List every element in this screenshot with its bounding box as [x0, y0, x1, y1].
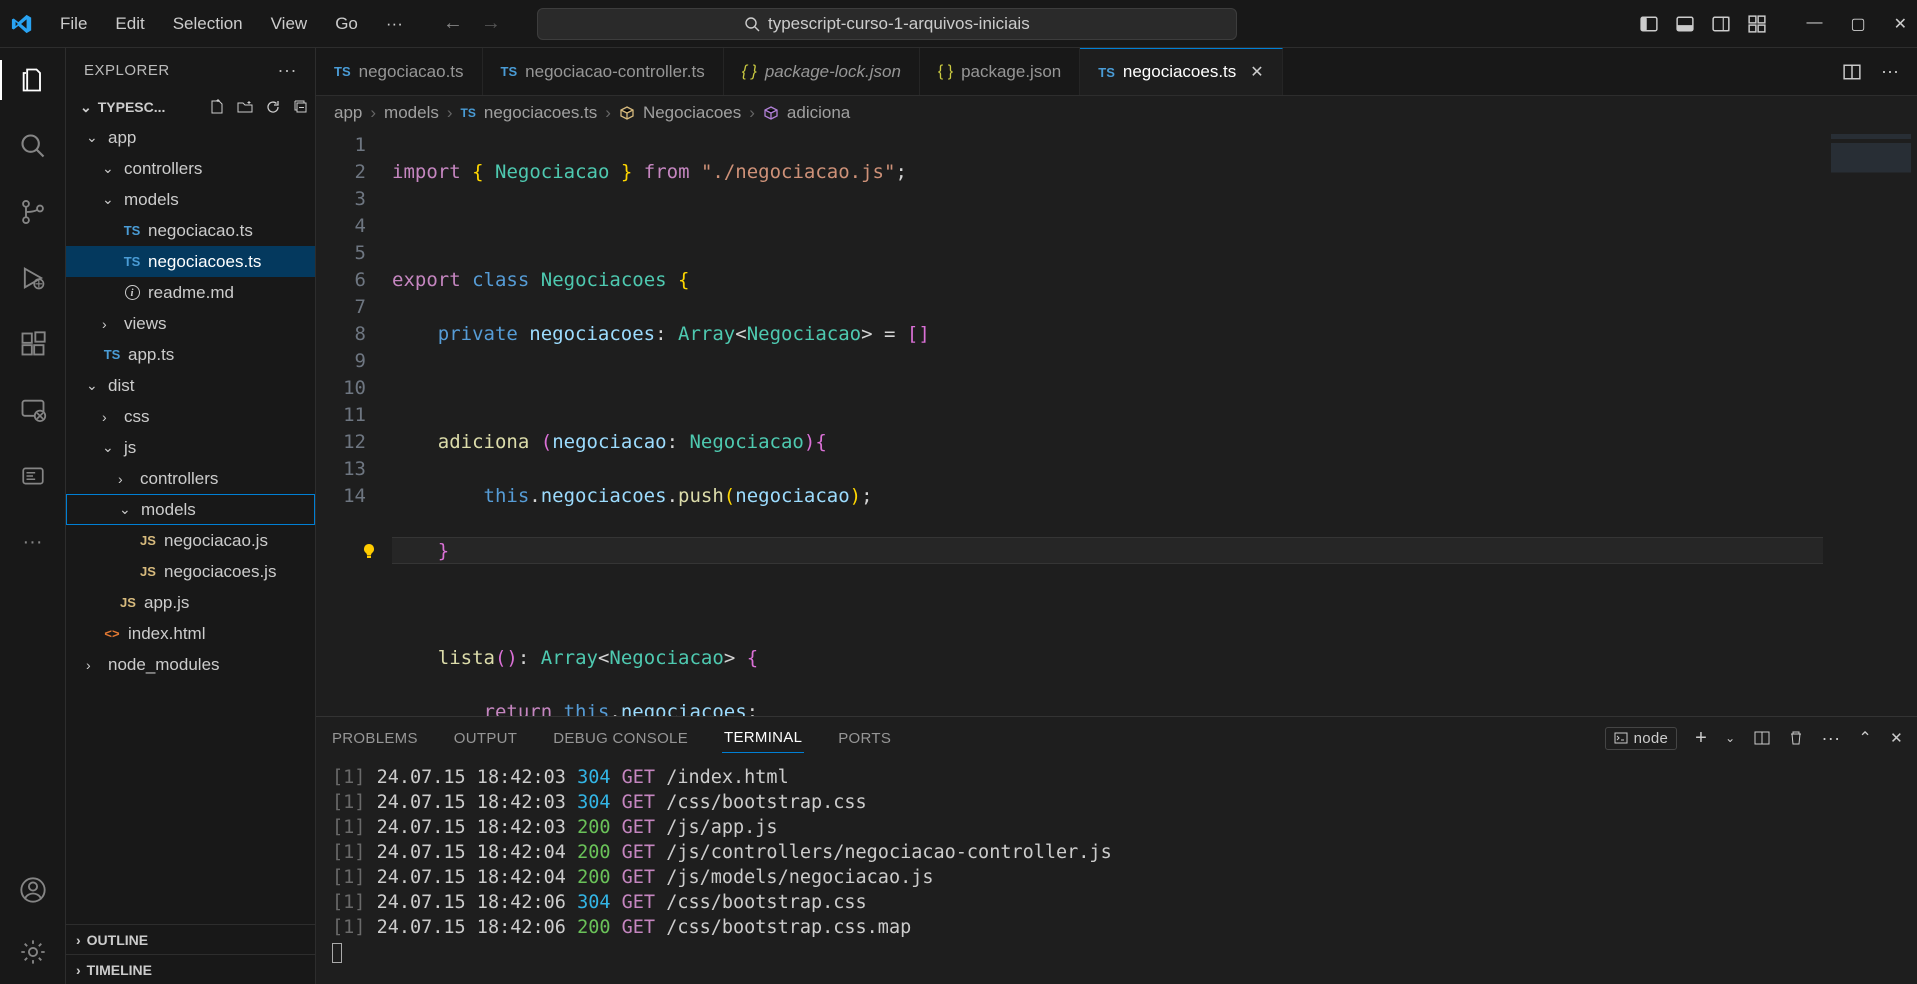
breadcrumb[interactable]: app› models› TSnegociacoes.ts› Negociaco… — [316, 96, 1917, 130]
new-folder-icon[interactable] — [237, 99, 253, 115]
code-content[interactable]: import { Negociacao } from "./negociacao… — [392, 130, 1823, 716]
line-numbers: 1234567891011121314 — [316, 130, 392, 716]
activity-explorer-icon[interactable] — [17, 64, 49, 96]
layout-bottom-icon[interactable] — [1676, 15, 1694, 33]
panel-tab-ports[interactable]: PORTS — [836, 724, 893, 753]
folder-models-dist[interactable]: ⌄models — [66, 494, 315, 525]
chevron-down-icon[interactable]: ⌄ — [80, 99, 92, 116]
activity-account-icon[interactable] — [17, 874, 49, 906]
split-editor-icon[interactable] — [1843, 63, 1861, 81]
tab-package-lock[interactable]: { }package-lock.json — [724, 48, 920, 95]
tab-close-icon[interactable]: ✕ — [1250, 62, 1263, 82]
new-terminal-icon[interactable]: + — [1695, 727, 1707, 750]
folder-dist[interactable]: ⌄dist — [66, 370, 315, 401]
explorer-more-icon[interactable]: ··· — [278, 60, 297, 81]
command-center-text: typescript-curso-1-arquivos-iniciais — [768, 14, 1030, 34]
folder-js[interactable]: ⌄js — [66, 432, 315, 463]
kill-terminal-icon[interactable] — [1788, 730, 1804, 746]
file-app-js[interactable]: JSapp.js — [66, 587, 315, 618]
terminal-output[interactable]: [1] 24.07.15 18:42:03 304 GET /index.htm… — [316, 759, 1917, 984]
split-terminal-icon[interactable] — [1754, 730, 1770, 746]
outline-section[interactable]: ›OUTLINE — [66, 924, 315, 954]
nav-forward-icon[interactable]: → — [481, 12, 501, 35]
panel-tab-debug-console[interactable]: DEBUG CONSOLE — [551, 724, 690, 753]
tab-package-json[interactable]: { }package.json — [920, 48, 1080, 95]
folder-controllers[interactable]: ⌄controllers — [66, 153, 315, 184]
tab-negociacao-controller[interactable]: TSnegociacao-controller.ts — [483, 48, 724, 95]
customize-layout-icon[interactable] — [1748, 15, 1766, 33]
folder-models[interactable]: ⌄models — [66, 184, 315, 215]
timeline-section[interactable]: ›TIMELINE — [66, 954, 315, 984]
panel-close-icon[interactable]: ✕ — [1890, 729, 1903, 747]
menu-view[interactable]: View — [259, 8, 320, 40]
panel-tab-output[interactable]: OUTPUT — [452, 724, 519, 753]
minimap[interactable] — [1823, 130, 1917, 716]
layout-left-icon[interactable] — [1640, 15, 1658, 33]
panel-tab-problems[interactable]: PROBLEMS — [330, 724, 420, 753]
file-index-html[interactable]: <>index.html — [66, 618, 315, 649]
activity-extensions-icon[interactable] — [17, 328, 49, 360]
activity-bar: ··· — [0, 48, 66, 984]
file-negociacoes-ts[interactable]: TSnegociacoes.ts — [66, 246, 315, 277]
command-center[interactable]: typescript-curso-1-arquivos-iniciais — [537, 8, 1237, 40]
lightbulb-icon[interactable] — [362, 543, 376, 557]
folder-views[interactable]: ›views — [66, 308, 315, 339]
file-app-ts[interactable]: TSapp.ts — [66, 339, 315, 370]
terminal-cursor — [332, 943, 342, 963]
menu-edit[interactable]: Edit — [103, 8, 156, 40]
editor-tabs: TSnegociacao.ts TSnegociacao-controller.… — [316, 48, 1917, 96]
window-close-icon[interactable]: ✕ — [1894, 14, 1907, 34]
nav-back-icon[interactable]: ← — [443, 12, 463, 35]
window-restore-icon[interactable]: ▢ — [1850, 14, 1865, 34]
activity-remote-icon[interactable] — [17, 394, 49, 426]
tab-more-icon[interactable]: ··· — [1881, 61, 1899, 82]
activity-more-icon[interactable]: ··· — [17, 526, 49, 558]
collapse-all-icon[interactable] — [293, 99, 309, 115]
panel-maximize-icon[interactable]: ⌃ — [1858, 728, 1872, 748]
menu-file[interactable]: File — [48, 8, 99, 40]
activity-settings-icon[interactable] — [17, 936, 49, 968]
file-negociacao-ts[interactable]: TSnegociacao.ts — [66, 215, 315, 246]
panel-more-icon[interactable]: ··· — [1822, 728, 1841, 749]
refresh-icon[interactable] — [265, 99, 281, 115]
vscode-logo-icon — [10, 12, 34, 36]
tab-negociacoes[interactable]: TSnegociacoes.ts✕ — [1080, 48, 1282, 95]
window-minimize-icon[interactable]: — — [1806, 14, 1822, 34]
folder-node-modules[interactable]: ›node_modules — [66, 649, 315, 680]
editor[interactable]: 1234567891011121314 import { Negociacao … — [316, 130, 1917, 716]
explorer-sidebar: EXPLORER ··· ⌄ TYPESC... ⌄app ⌄controlle… — [66, 48, 316, 984]
file-readme[interactable]: ireadme.md — [66, 277, 315, 308]
folder-css[interactable]: ›css — [66, 401, 315, 432]
folder-controllers-dist[interactable]: ›controllers — [66, 463, 315, 494]
activity-search-icon[interactable] — [17, 130, 49, 162]
activity-source-control-icon[interactable] — [17, 196, 49, 228]
new-file-icon[interactable] — [209, 99, 225, 115]
tab-negociacao[interactable]: TSnegociacao.ts — [316, 48, 483, 95]
panel: PROBLEMS OUTPUT DEBUG CONSOLE TERMINAL P… — [316, 716, 1917, 984]
menu-selection[interactable]: Selection — [161, 8, 255, 40]
titlebar: File Edit Selection View Go ··· ← → type… — [0, 0, 1917, 48]
menu-go[interactable]: Go — [323, 8, 370, 40]
panel-tab-terminal[interactable]: TERMINAL — [722, 723, 804, 753]
menu-more-icon[interactable]: ··· — [374, 8, 415, 40]
folder-app[interactable]: ⌄app — [66, 122, 315, 153]
file-negociacoes-js[interactable]: JSnegociacoes.js — [66, 556, 315, 587]
activity-output-icon[interactable] — [17, 460, 49, 492]
explorer-title: EXPLORER — [84, 62, 170, 79]
workspace-name: TYPESC... — [98, 99, 166, 115]
terminal-dropdown-icon[interactable]: ⌄ — [1725, 731, 1735, 745]
layout-right-icon[interactable] — [1712, 15, 1730, 33]
activity-run-debug-icon[interactable] — [17, 262, 49, 294]
file-negociacao-js[interactable]: JSnegociacao.js — [66, 525, 315, 556]
terminal-type-selector[interactable]: node — [1605, 727, 1678, 750]
